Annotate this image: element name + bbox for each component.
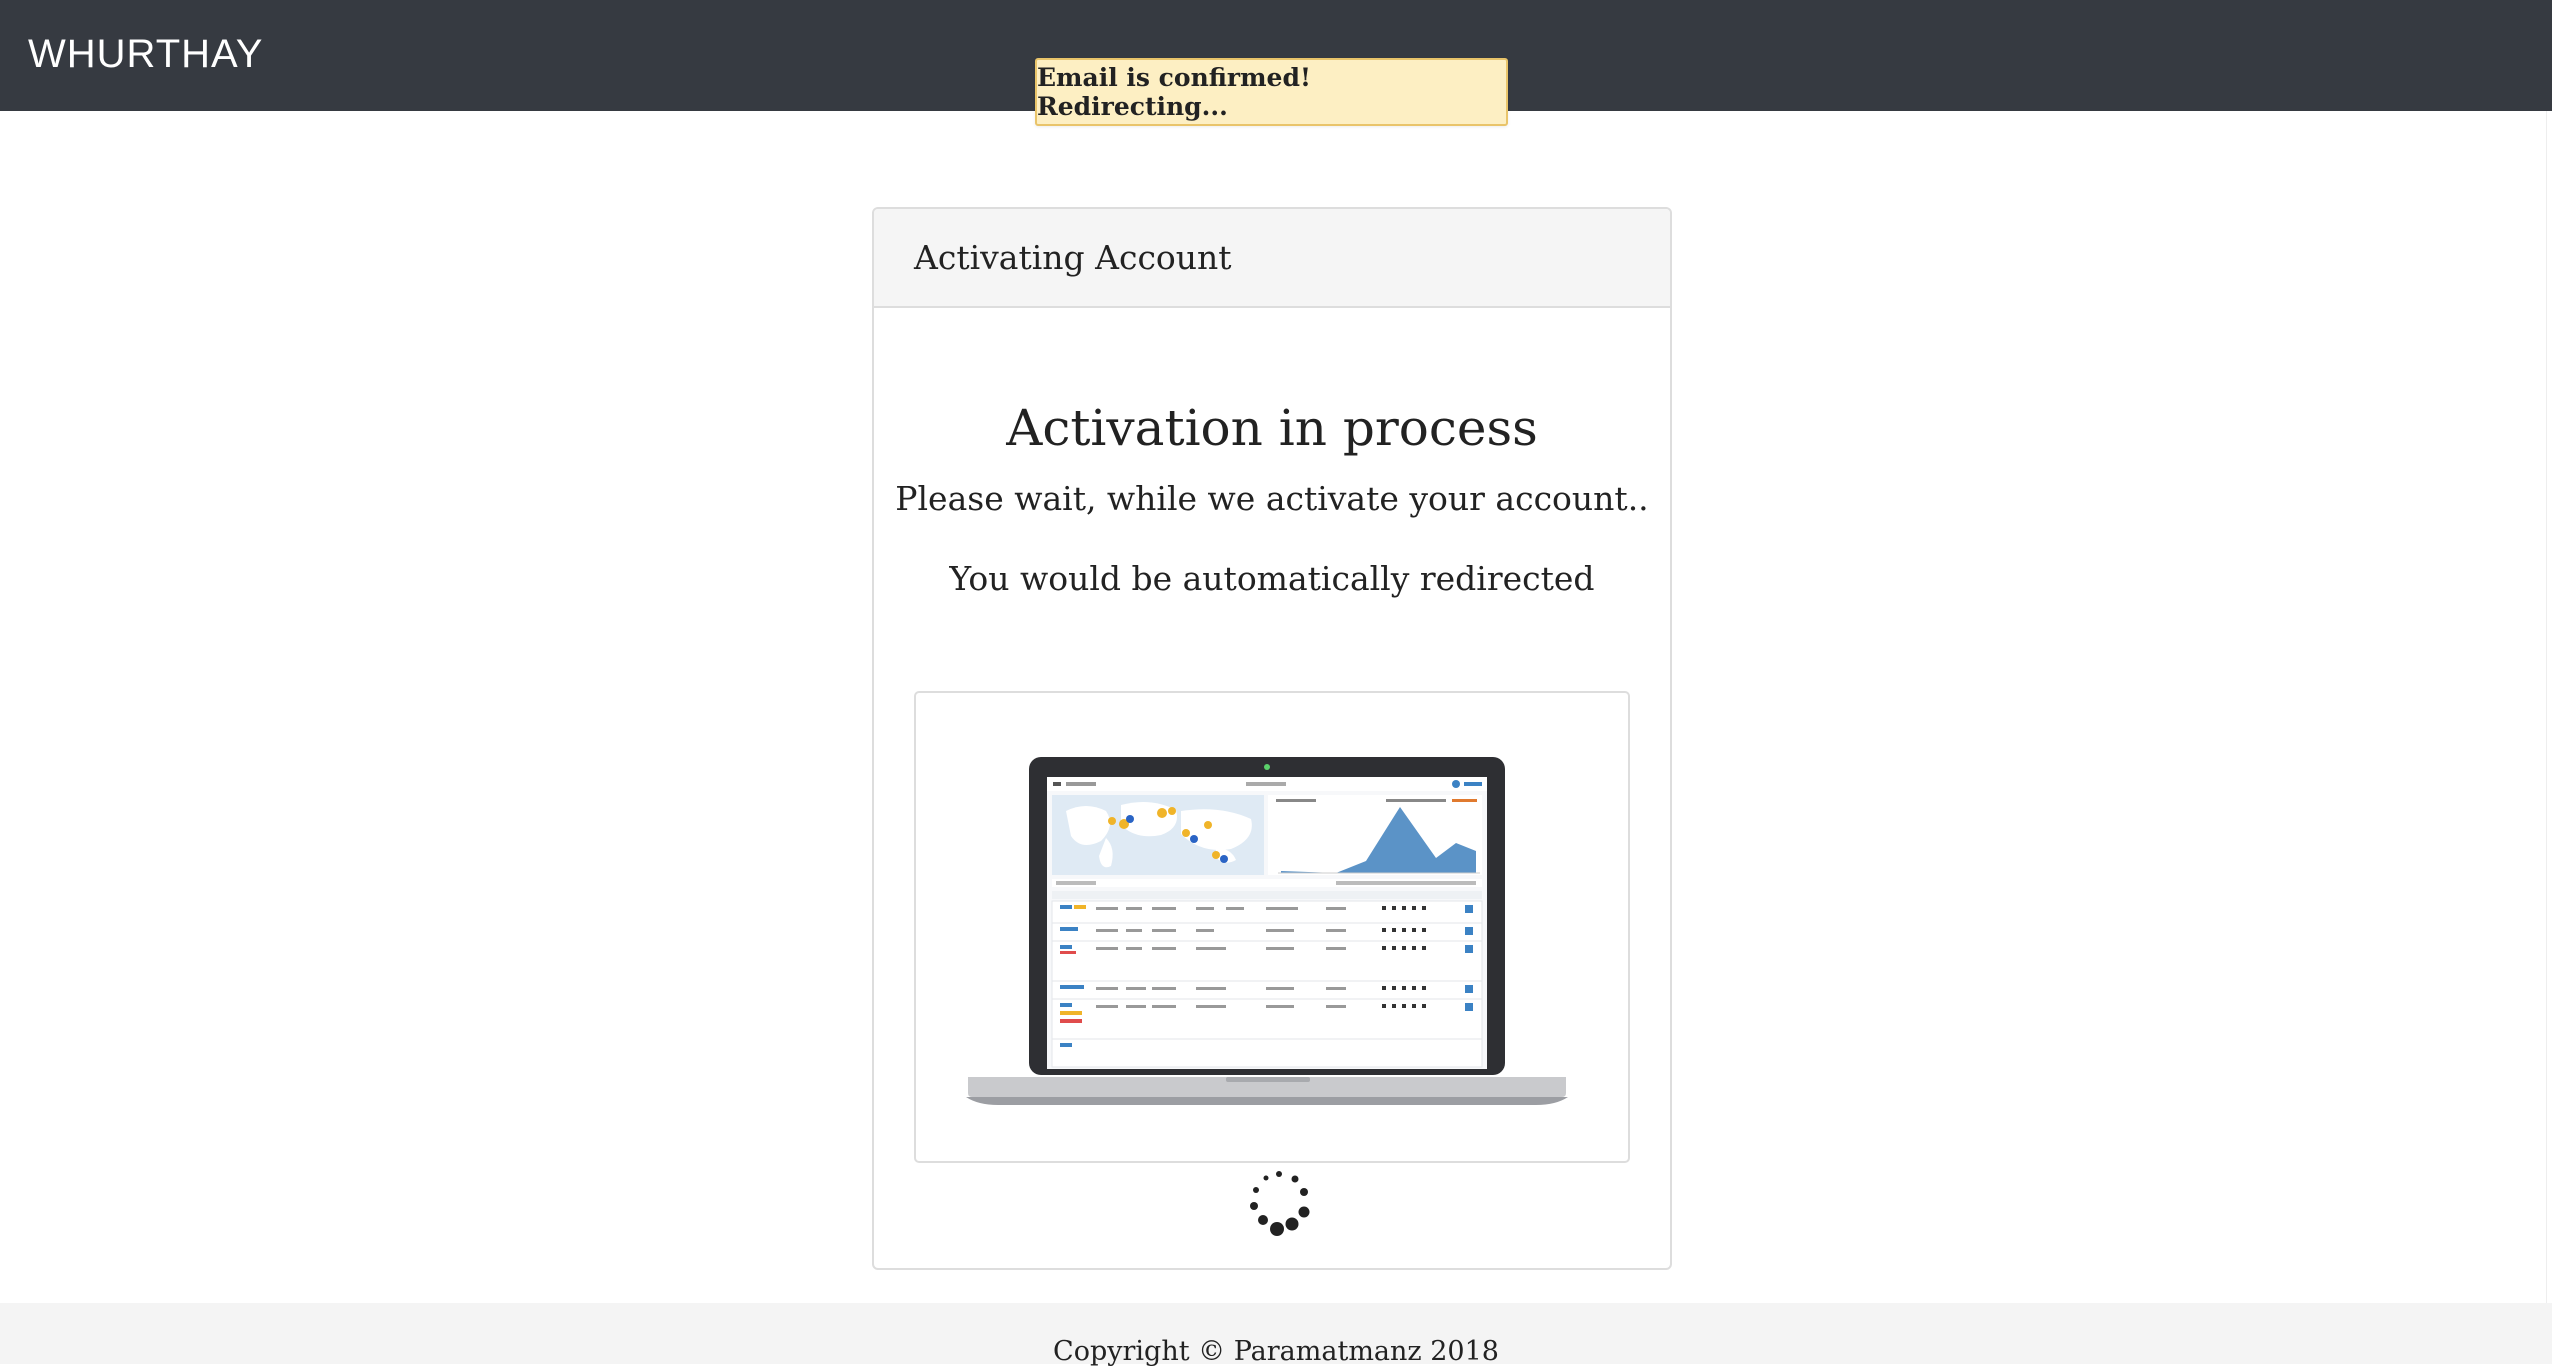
- confirmation-toast: Email is confirmed! Redirecting...: [1035, 58, 1508, 126]
- activation-heading: Activation in process: [1006, 399, 1538, 457]
- redirect-text: You would be automatically redirected: [949, 559, 1595, 598]
- copyright-text: Copyright © Paramatmanz 2018: [1053, 1336, 1499, 1367]
- brand-logo[interactable]: WHURTHAY: [28, 28, 263, 80]
- activation-card: Activating Account Activation in process…: [872, 207, 1672, 1270]
- laptop-image-frame: [914, 691, 1630, 1163]
- card-header: Activating Account: [874, 209, 1670, 308]
- please-wait-text: Please wait, while we activate your acco…: [895, 479, 1649, 518]
- loading-spinner-icon: [1250, 1171, 1310, 1236]
- laptop-dashboard-illustration: [966, 757, 1568, 1105]
- footer: Copyright © Paramatmanz 2018: [0, 1303, 2552, 1367]
- page-scrollbar[interactable]: [2546, 111, 2552, 1303]
